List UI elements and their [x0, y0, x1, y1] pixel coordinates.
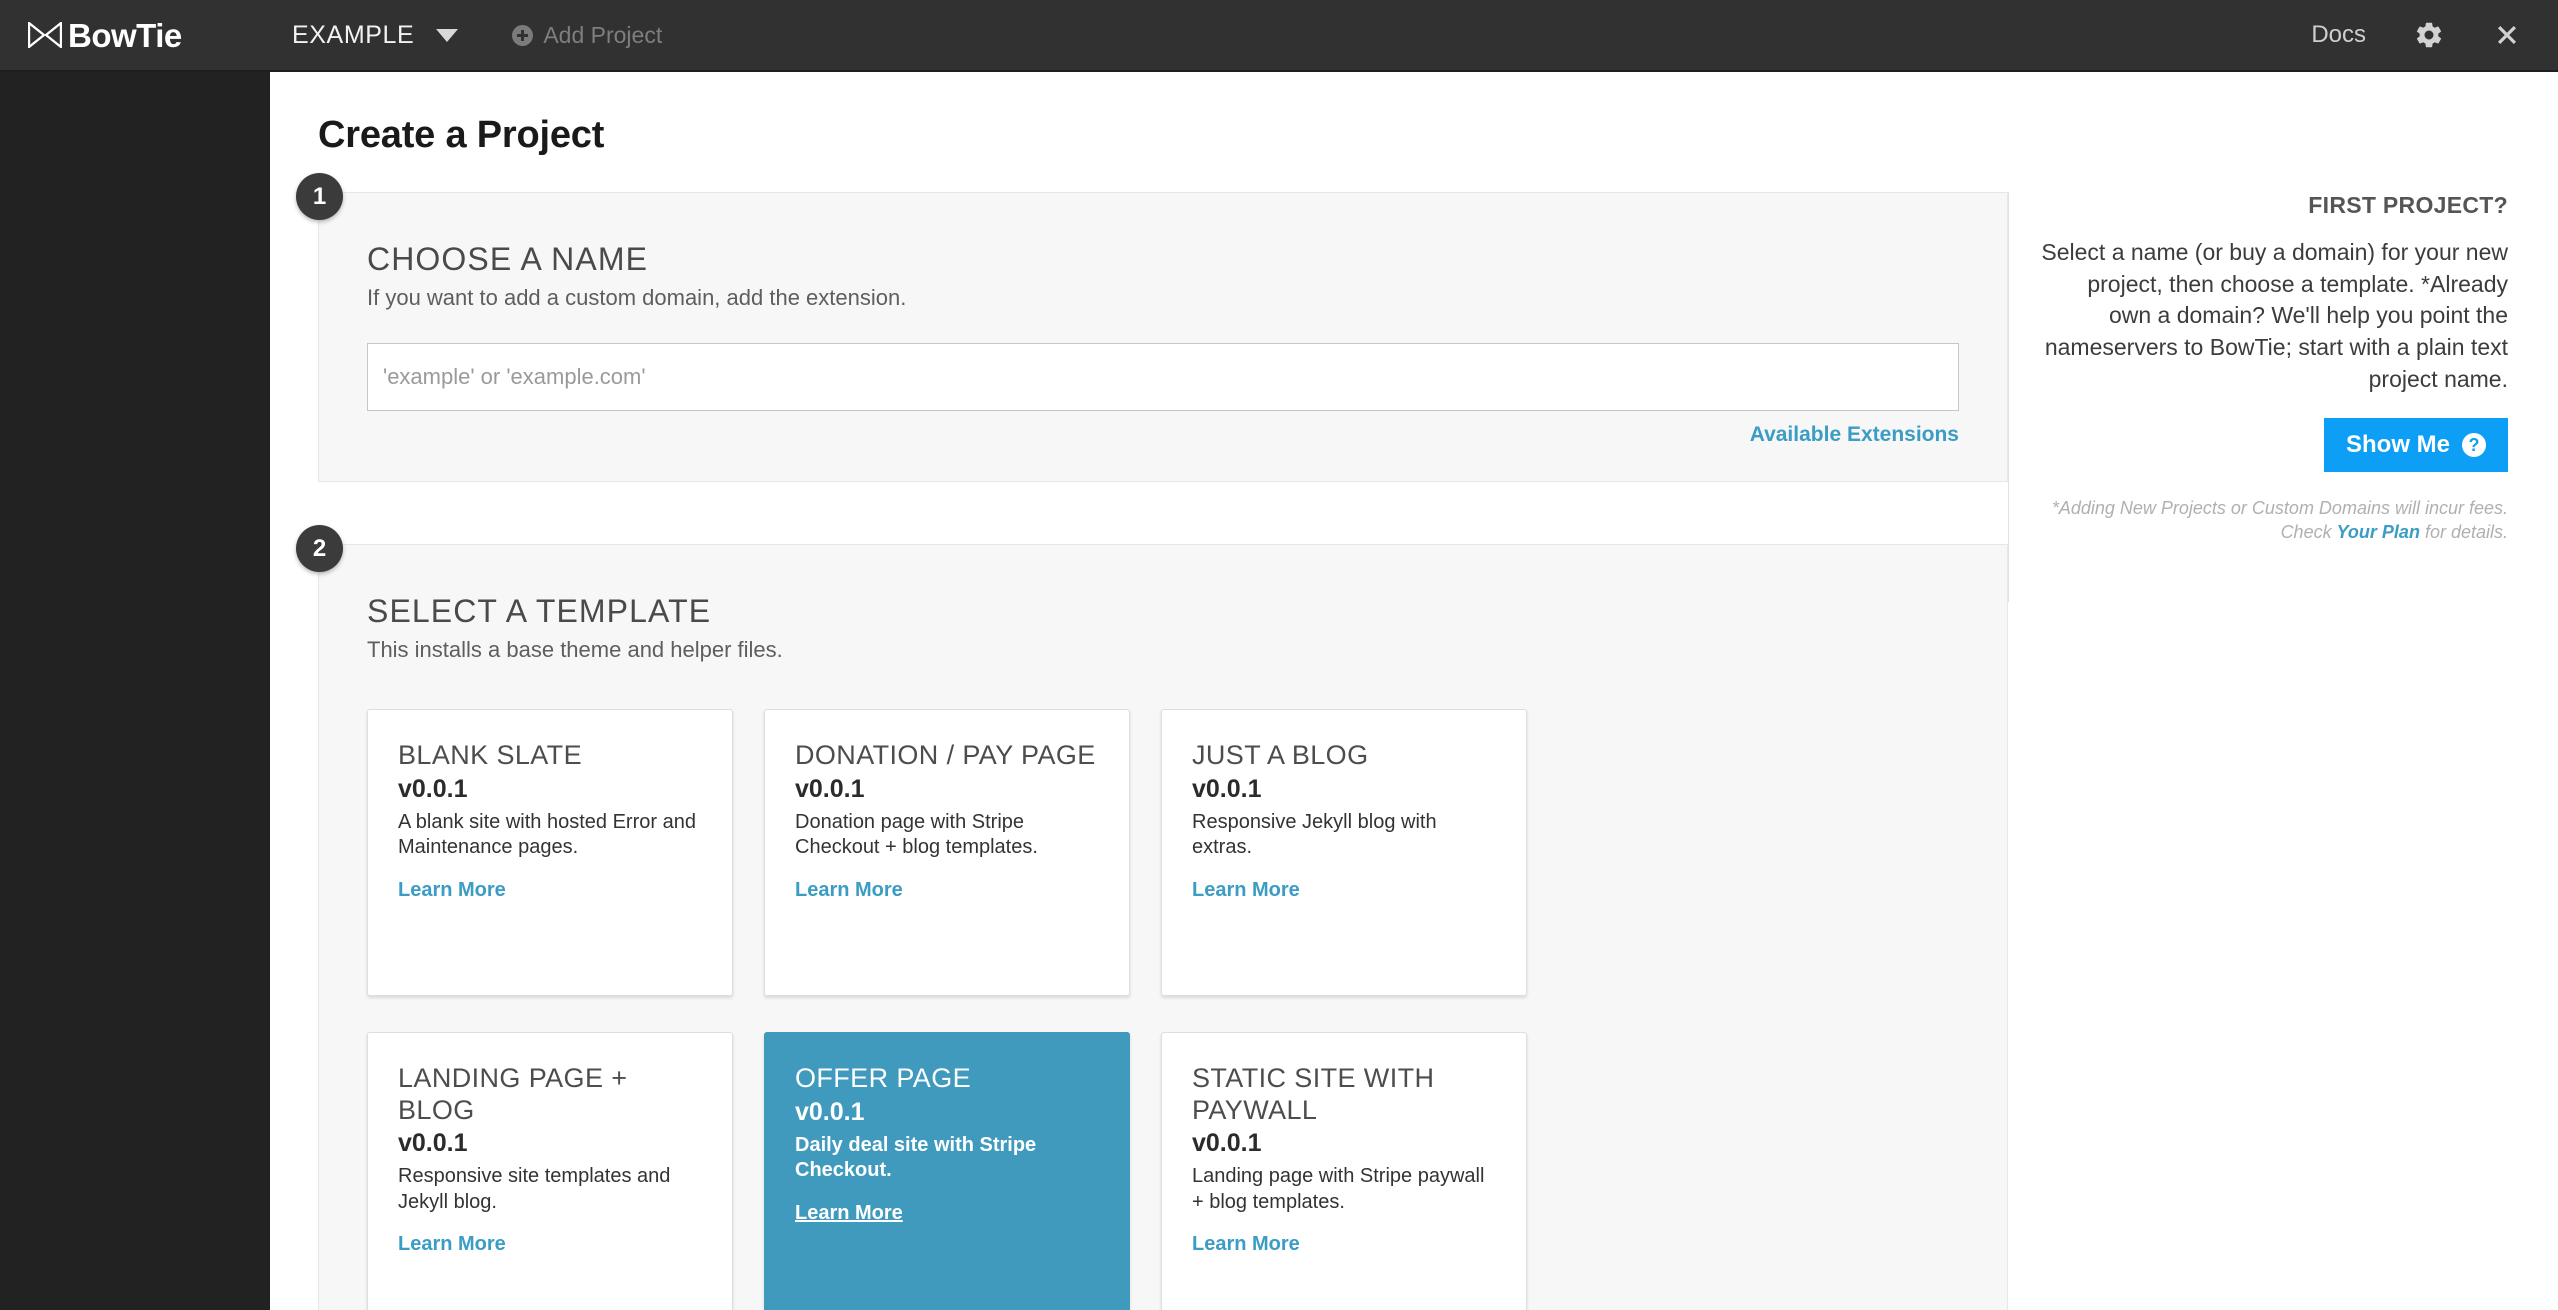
- template-learn-more-link[interactable]: Learn More: [1192, 879, 1300, 902]
- your-plan-link[interactable]: Your Plan: [2337, 522, 2420, 542]
- question-circle-icon: ?: [2462, 432, 2486, 457]
- template-version: v0.0.1: [795, 1097, 865, 1126]
- select-template-subtitle: This installs a base theme and helper fi…: [367, 637, 783, 662]
- template-card[interactable]: JUST A BLOG v0.0.1 Responsive Jekyll blo…: [1161, 709, 1527, 996]
- template-description: Daily deal site with Stripe Checkout.: [795, 1133, 1037, 1182]
- template-card[interactable]: LANDING PAGE + BLOG v0.0.1 Responsive si…: [367, 1032, 733, 1310]
- brand-name: BowTie: [68, 16, 182, 54]
- form-column: 1 CHOOSE A NAME If you want to add a cus…: [296, 173, 2008, 1310]
- template-name: OFFER PAGE: [795, 1063, 972, 1093]
- template-card[interactable]: DONATION / PAY PAGE v0.0.1 Donation page…: [764, 709, 1130, 996]
- choose-name-title: CHOOSE A NAME: [367, 241, 649, 277]
- main-content: Create a Project 1 CHOOSE A NAME If you …: [270, 72, 2558, 1310]
- project-name-input[interactable]: [367, 343, 1959, 411]
- brand[interactable]: BowTie: [0, 0, 270, 71]
- close-icon[interactable]: [2492, 20, 2522, 50]
- template-card[interactable]: BLANK SLATE v0.0.1 A blank site with hos…: [367, 709, 733, 996]
- template-learn-more-link[interactable]: Learn More: [795, 1202, 903, 1225]
- choose-name-subtitle: If you want to add a custom domain, add …: [367, 285, 907, 310]
- template-learn-more-link[interactable]: Learn More: [398, 879, 506, 902]
- template-learn-more-link[interactable]: Learn More: [1192, 1233, 1300, 1256]
- template-description: Responsive Jekyll blog with extras.: [1192, 810, 1437, 859]
- brand-logo[interactable]: BowTie: [28, 19, 182, 52]
- step-panel-select-template: 2 SELECT A TEMPLATE This installs a base…: [296, 525, 2008, 1310]
- template-name: DONATION / PAY PAGE: [795, 740, 1096, 770]
- page-title: Create a Project: [318, 114, 605, 156]
- template-version: v0.0.1: [1192, 1129, 1262, 1158]
- fees-footnote: *Adding New Projects or Custom Domains w…: [2041, 496, 2508, 545]
- template-description: Donation page with Stripe Checkout + blo…: [795, 810, 1038, 859]
- template-learn-more-link[interactable]: Learn More: [398, 1233, 506, 1256]
- top-navigation-bar: BowTie EXAMPLE Add Project Docs: [0, 0, 2558, 72]
- show-me-label: Show Me: [2345, 430, 2450, 458]
- template-name: BLANK SLATE: [398, 740, 582, 770]
- add-project-label: Add Project: [543, 21, 663, 48]
- template-version: v0.0.1: [398, 774, 468, 803]
- template-name: STATIC SITE WITH PAYWALL: [1192, 1063, 1435, 1125]
- template-version: v0.0.1: [1192, 774, 1262, 803]
- available-extensions-link[interactable]: Available Extensions: [1750, 423, 1959, 446]
- step-badge-1: 1: [296, 173, 343, 220]
- template-version: v0.0.1: [398, 1129, 468, 1158]
- step-badge-2: 2: [296, 525, 343, 572]
- top-bar-actions: Docs: [2311, 20, 2558, 50]
- chevron-down-icon: [436, 28, 459, 42]
- project-selector-label: EXAMPLE: [292, 20, 415, 49]
- first-project-title: FIRST PROJECT?: [2308, 192, 2508, 218]
- add-project-button[interactable]: Add Project: [512, 22, 662, 49]
- plus-circle-icon: [512, 24, 534, 46]
- first-project-help-panel: FIRST PROJECT? Select a name (or buy a d…: [2008, 192, 2508, 602]
- show-me-button[interactable]: Show Me ?: [2323, 417, 2508, 472]
- template-description: Landing page with Stripe paywall + blog …: [1192, 1165, 1485, 1213]
- fees-footnote-after: for details.: [2419, 521, 2508, 542]
- select-template-title: SELECT A TEMPLATE: [367, 593, 712, 629]
- docs-link[interactable]: Docs: [2311, 21, 2366, 49]
- left-sidebar-rail: [0, 72, 270, 1310]
- gear-icon[interactable]: [2414, 20, 2444, 50]
- bowtie-icon: [28, 22, 62, 48]
- template-learn-more-link[interactable]: Learn More: [795, 879, 903, 902]
- template-description: A blank site with hosted Error and Maint…: [398, 810, 696, 859]
- first-project-body: Select a name (or buy a domain) for your…: [2041, 239, 2508, 392]
- template-grid: BLANK SLATE v0.0.1 A blank site with hos…: [367, 709, 1959, 1310]
- template-card[interactable]: STATIC SITE WITH PAYWALL v0.0.1 Landing …: [1161, 1032, 1527, 1310]
- available-extensions-row: Available Extensions: [367, 423, 1959, 447]
- project-selector[interactable]: EXAMPLE: [292, 20, 459, 50]
- template-version: v0.0.1: [795, 774, 865, 803]
- template-name: LANDING PAGE + BLOG: [398, 1063, 628, 1125]
- step-panel-choose-name: 1 CHOOSE A NAME If you want to add a cus…: [296, 173, 2008, 482]
- template-description: Responsive site templates and Jekyll blo…: [398, 1165, 671, 1213]
- template-name: JUST A BLOG: [1192, 740, 1369, 770]
- template-card-selected[interactable]: OFFER PAGE v0.0.1 Daily deal site with S…: [764, 1032, 1130, 1310]
